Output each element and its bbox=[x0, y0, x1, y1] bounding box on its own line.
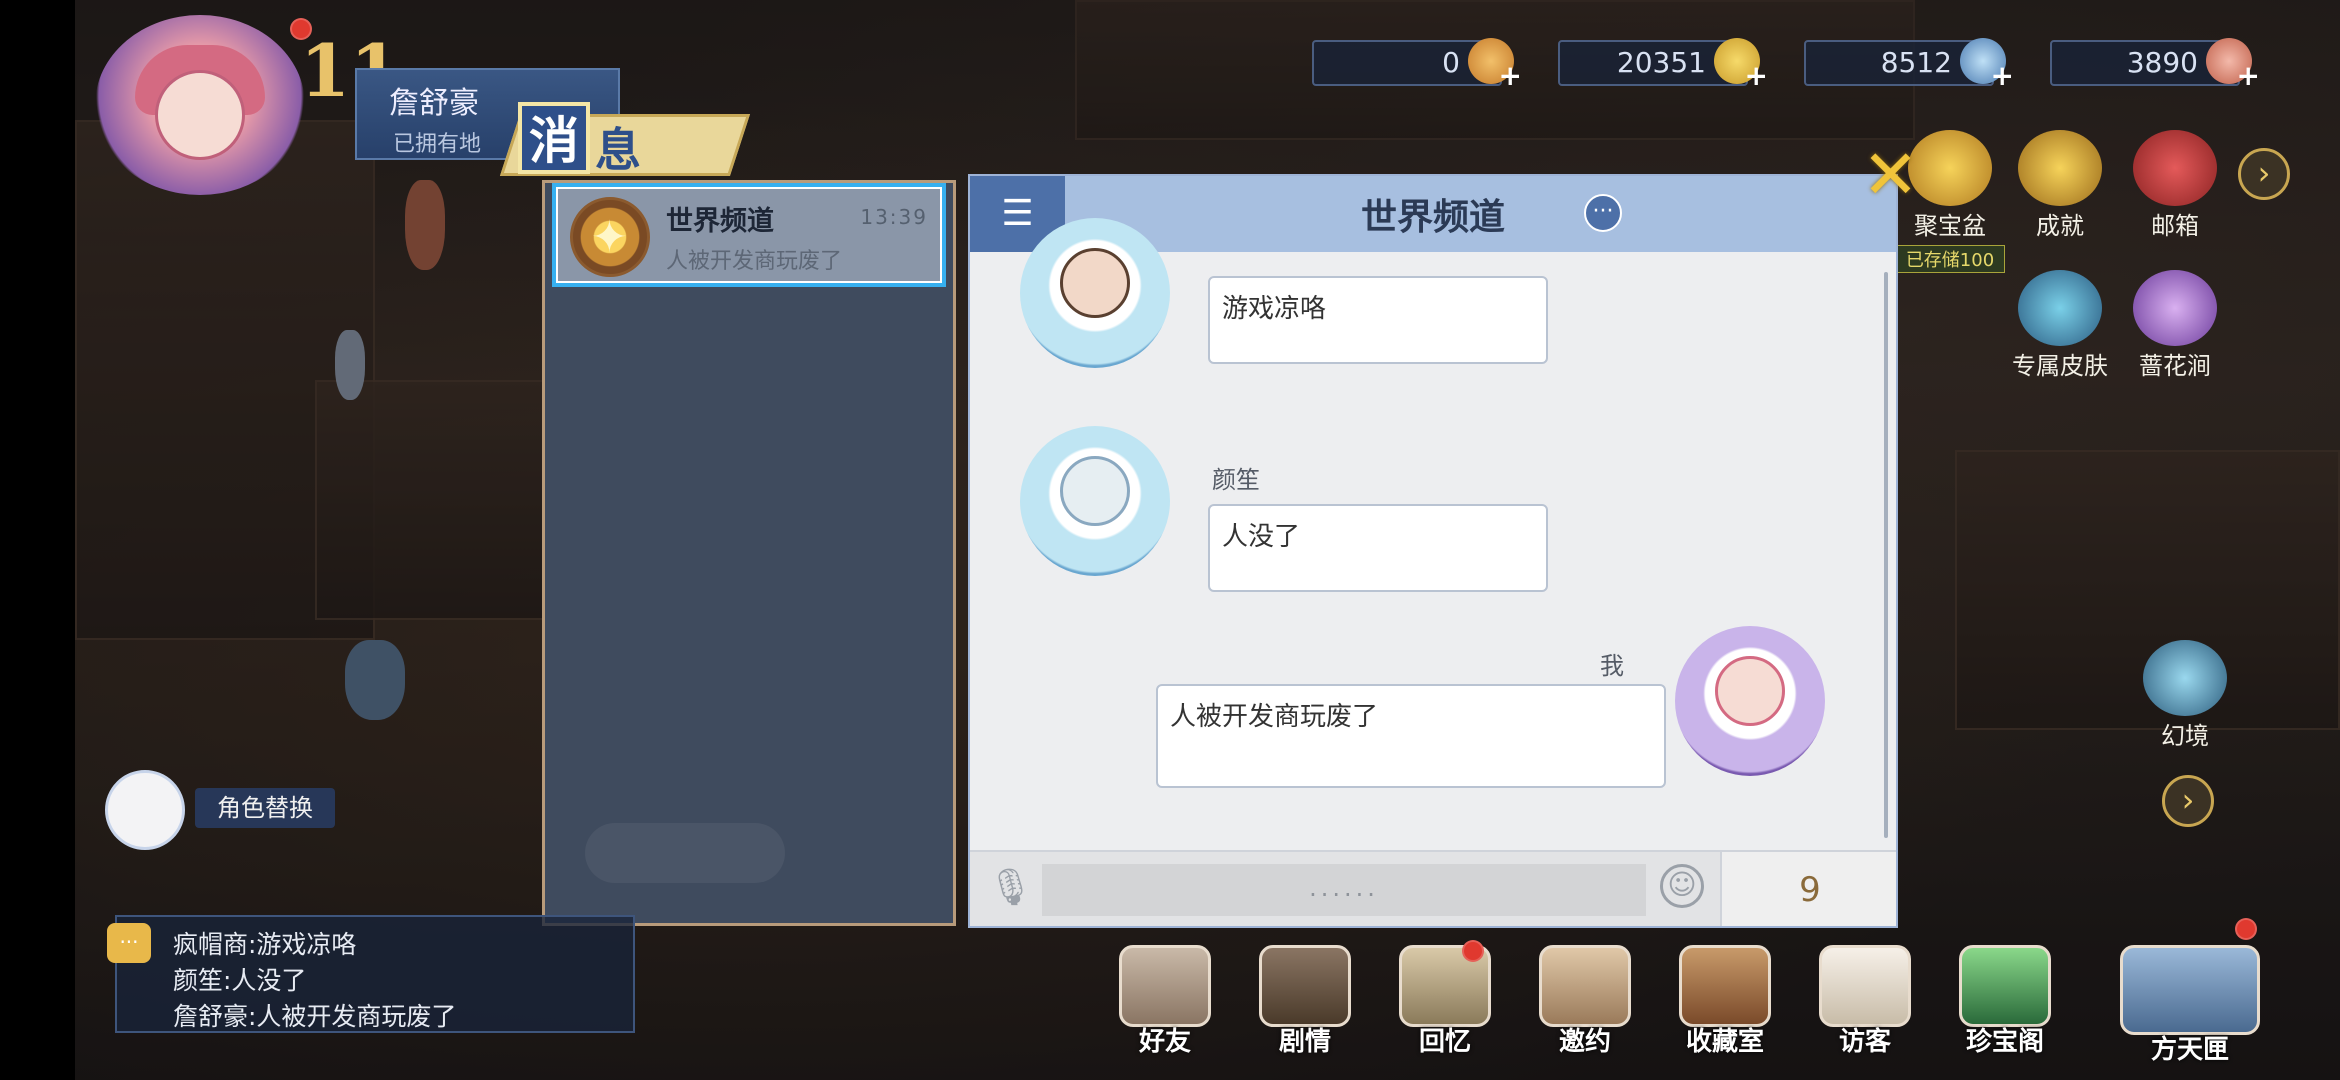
chat-message: 颜笙 人没了 bbox=[1020, 426, 1780, 626]
message-bubble[interactable]: 人没了 bbox=[1208, 504, 1548, 592]
add-icon[interactable]: + bbox=[1991, 59, 2014, 92]
player-avatar[interactable] bbox=[95, 15, 305, 195]
achievement-button[interactable]: 成就 bbox=[2015, 130, 2105, 241]
avatar-face bbox=[155, 70, 245, 160]
friends-icon bbox=[1119, 945, 1211, 1027]
channel-time: 13:39 bbox=[860, 205, 928, 229]
skin-icon bbox=[2018, 270, 2102, 346]
mailbox-button[interactable]: 邮箱 bbox=[2130, 130, 2220, 241]
send-count-button[interactable]: 9 bbox=[1720, 852, 1896, 926]
resource-value: 0 bbox=[1442, 46, 1460, 79]
notification-dot bbox=[1462, 940, 1484, 962]
trophy-icon bbox=[2018, 130, 2102, 206]
own-avatar[interactable] bbox=[1675, 626, 1825, 776]
log-line: 颜笙:人没了 bbox=[173, 966, 307, 995]
dock-label: 剧情 bbox=[1278, 1027, 1331, 1057]
chat-scrollbar[interactable] bbox=[1884, 272, 1888, 838]
illusion-icon bbox=[2143, 640, 2227, 716]
emoji-icon[interactable]: ☺ bbox=[1660, 864, 1704, 908]
player-name: 詹舒豪 bbox=[389, 86, 479, 121]
message-input[interactable]: ...... bbox=[1042, 864, 1646, 916]
sender-name: 颜笙 bbox=[1212, 466, 1260, 494]
notification-dot bbox=[2235, 918, 2257, 940]
dock-label: 方天匣 bbox=[2150, 1035, 2229, 1065]
dock-treasure-button[interactable]: 珍宝阁 bbox=[1950, 945, 2060, 1065]
add-icon[interactable]: + bbox=[2237, 59, 2260, 92]
avatar-face bbox=[1715, 656, 1785, 726]
add-icon[interactable]: + bbox=[1499, 59, 1522, 92]
next-arrow-icon[interactable]: › bbox=[2162, 775, 2214, 827]
rabbit-icon bbox=[1819, 945, 1911, 1027]
dock-label: 好友 bbox=[1138, 1027, 1191, 1057]
title-char-1: 消 bbox=[518, 102, 590, 174]
dock-memory-button[interactable]: 回忆 bbox=[1390, 945, 1500, 1065]
dock-label: 回忆 bbox=[1418, 1027, 1471, 1057]
channel-name: 世界频道 bbox=[666, 206, 774, 237]
sender-avatar[interactable] bbox=[1020, 426, 1170, 576]
dock-label: 邀约 bbox=[1558, 1027, 1611, 1057]
dock-label: 收藏室 bbox=[1685, 1027, 1764, 1057]
player-subtitle: 已拥有地 bbox=[393, 132, 482, 157]
channel-last-message: 人被开发商玩废了 bbox=[666, 249, 843, 274]
more-icon[interactable]: ··· bbox=[1584, 194, 1622, 232]
resource-ticket[interactable]: 3890 + bbox=[2050, 38, 2260, 92]
chat-message-own: 我 人被开发商玩废了 bbox=[1120, 626, 1880, 866]
message-bubble[interactable]: 人被开发商玩废了 bbox=[1156, 684, 1666, 788]
chat-input-bar: 🎙 ...... ☺ 9 bbox=[970, 850, 1896, 926]
treasure-icon bbox=[1959, 945, 2051, 1027]
exclusive-skin-label: 专属皮肤 bbox=[2012, 352, 2108, 380]
channel-list-panel bbox=[542, 180, 956, 926]
avatar-face bbox=[1060, 248, 1130, 318]
sender-name: 我 bbox=[1600, 652, 1624, 680]
dock-collection-button[interactable]: 收藏室 bbox=[1670, 945, 1780, 1065]
expand-arrow-icon[interactable]: › bbox=[2238, 148, 2290, 200]
letter-icon bbox=[1539, 945, 1631, 1027]
resource-value: 3890 bbox=[2126, 46, 2198, 79]
resource-feather[interactable]: 0 + bbox=[1312, 38, 1522, 92]
title-char-2: 息 bbox=[595, 123, 641, 177]
role-switch-button[interactable]: 角色替换 bbox=[105, 770, 335, 850]
resource-coin[interactable]: 20351 + bbox=[1558, 38, 1768, 92]
role-switch-icon bbox=[105, 770, 185, 850]
avatar-face bbox=[1060, 456, 1130, 526]
resource-value: 20351 bbox=[1616, 46, 1706, 79]
chat-bubble-icon: ··· bbox=[107, 923, 151, 963]
illusion-label: 幻境 bbox=[2161, 722, 2209, 750]
log-line: 詹舒豪:人被开发商玩废了 bbox=[173, 1002, 457, 1031]
close-icon[interactable]: ✕ bbox=[1862, 142, 1932, 210]
dock-label: 访客 bbox=[1838, 1027, 1891, 1057]
flower-stream-icon bbox=[2133, 270, 2217, 346]
mailbox-label: 邮箱 bbox=[2151, 212, 2199, 240]
channel-item-world[interactable]: ✦ 世界频道 13:39 人被开发商玩废了 bbox=[552, 183, 946, 287]
illusion-button[interactable]: 幻境 bbox=[2135, 640, 2235, 751]
dock-visitor-button[interactable]: 访客 bbox=[1810, 945, 1920, 1065]
dock-box-button[interactable]: 方天匣 bbox=[2115, 945, 2265, 1065]
flower-stream-button[interactable]: 蔷花涧 bbox=[2125, 270, 2225, 381]
achievement-label: 成就 bbox=[2036, 212, 2084, 240]
mailbox-icon bbox=[2133, 130, 2217, 206]
dock-label: 珍宝阁 bbox=[1965, 1027, 2044, 1057]
chat-log-preview[interactable]: ··· 疯帽商:游戏凉咯 颜笙:人没了 詹舒豪:人被开发商玩废了 bbox=[107, 915, 635, 1033]
log-line: 疯帽商:游戏凉咯 bbox=[173, 930, 357, 959]
chat-panel: ☰ 世界频道 ··· 游戏凉咯 颜笙 人没了 我 人被开发商玩废了 🎙 ....… bbox=[968, 174, 1898, 928]
exclusive-skin-button[interactable]: 专属皮肤 bbox=[2005, 270, 2115, 381]
sender-avatar[interactable] bbox=[1020, 218, 1170, 368]
role-switch-label: 角色替换 bbox=[195, 788, 335, 828]
treasure-bowl-note: 已存储100 bbox=[1895, 245, 2005, 273]
microphone-icon[interactable]: 🎙 bbox=[988, 866, 1034, 908]
add-icon[interactable]: + bbox=[1745, 59, 1768, 92]
dock-invite-button[interactable]: 邀约 bbox=[1530, 945, 1640, 1065]
resource-value: 8512 bbox=[1880, 46, 1952, 79]
chest-icon bbox=[2120, 945, 2260, 1035]
resource-gem[interactable]: 8512 + bbox=[1804, 38, 2014, 92]
clapperboard-icon bbox=[1259, 945, 1351, 1027]
flower-stream-label: 蔷花涧 bbox=[2139, 352, 2211, 380]
cloud-decoration bbox=[585, 823, 785, 883]
dock-story-button[interactable]: 剧情 bbox=[1250, 945, 1360, 1065]
door-icon bbox=[1679, 945, 1771, 1027]
star-icon: ✦ bbox=[570, 197, 650, 277]
message-bubble[interactable]: 游戏凉咯 bbox=[1208, 276, 1548, 364]
dock-friends-button[interactable]: 好友 bbox=[1110, 945, 1220, 1065]
